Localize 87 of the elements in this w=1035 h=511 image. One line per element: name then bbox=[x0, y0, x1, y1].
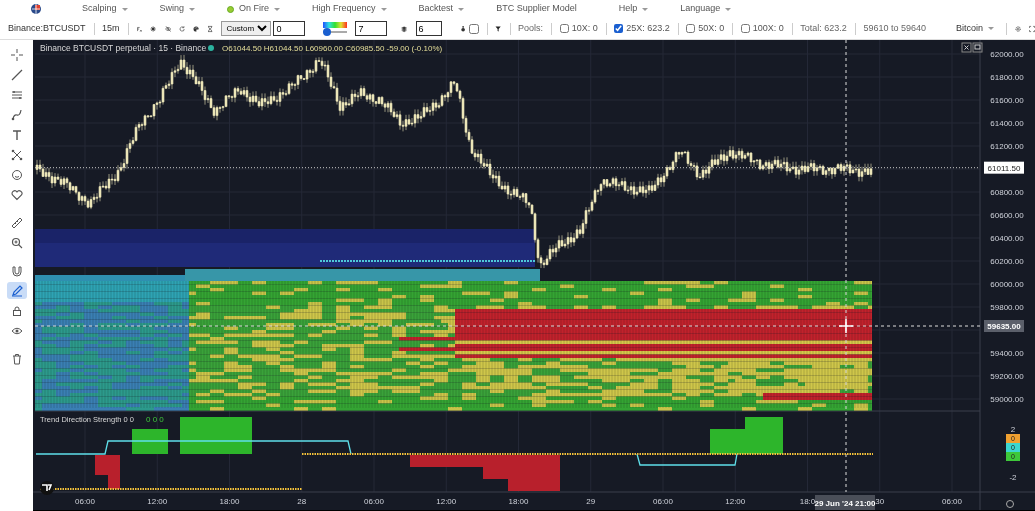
magnet-icon[interactable] bbox=[10, 264, 23, 277]
price-label: 59000.00 bbox=[990, 395, 1024, 404]
time-label: 18:00 bbox=[219, 497, 240, 506]
logo-icon[interactable] bbox=[30, 3, 42, 15]
time-label: 06:00 bbox=[942, 497, 962, 506]
histogram-bar bbox=[180, 417, 252, 454]
price-label: 59200.00 bbox=[990, 372, 1024, 381]
time-label: 06:00 bbox=[75, 497, 95, 506]
pool-checkbox[interactable] bbox=[740, 24, 750, 33]
pool-checkbox[interactable] bbox=[686, 24, 696, 33]
trash-icon[interactable] bbox=[10, 352, 23, 365]
tv-logo-icon bbox=[40, 481, 54, 495]
last-price-tag: 61011.50 bbox=[984, 161, 1024, 174]
price-label: 59400.00 bbox=[990, 349, 1024, 358]
pool-checkbox[interactable] bbox=[614, 24, 624, 33]
total-label: Total: 623.2 bbox=[800, 21, 847, 35]
time-label: 30 bbox=[875, 497, 885, 506]
menu-item[interactable]: Help bbox=[598, 2, 661, 16]
price-label: 61200.00 bbox=[990, 142, 1024, 151]
asset-dropdown[interactable]: Bitcoin bbox=[951, 21, 998, 36]
menu-item[interactable]: On Fire bbox=[207, 2, 293, 16]
status-dot-icon bbox=[208, 45, 214, 51]
checkbox[interactable] bbox=[468, 23, 479, 34]
mode-select[interactable]: Custom bbox=[221, 21, 272, 36]
time-label: 06:00 bbox=[653, 497, 673, 506]
slider-thumb[interactable] bbox=[323, 27, 332, 36]
menu-item[interactable]: Language bbox=[660, 2, 744, 16]
settings-icon[interactable] bbox=[1006, 500, 1014, 508]
ruler-icon[interactable] bbox=[10, 216, 23, 229]
time-label: 12:00 bbox=[725, 497, 746, 506]
heart-icon[interactable] bbox=[10, 188, 23, 201]
pools-label: Pools: bbox=[518, 21, 544, 35]
zoom-icon[interactable] bbox=[10, 236, 23, 249]
time-label: 18:00 bbox=[508, 497, 529, 506]
trend-line-icon[interactable] bbox=[10, 68, 23, 81]
price-label: 61400.00 bbox=[990, 119, 1024, 128]
price-label: 60400.00 bbox=[990, 234, 1024, 243]
menu-item[interactable]: BTC Supplier Model bbox=[476, 2, 599, 16]
ohlc-values: O61044.50 H61044.50 L60960.00 C60985.50 -59.00 (-0.10%) bbox=[222, 44, 443, 53]
time-label: 28 bbox=[297, 497, 307, 506]
menu-item[interactable]: Scalping bbox=[62, 2, 140, 16]
indicator-values: 0 0 0 bbox=[146, 415, 164, 424]
price-label: 60200.00 bbox=[990, 257, 1024, 266]
pool-checkbox[interactable] bbox=[559, 24, 569, 33]
indicator-scale-label: -2 bbox=[1009, 473, 1017, 482]
pool-label: 50X: 0 bbox=[698, 21, 725, 35]
range-input[interactable]: 0 bbox=[273, 21, 306, 36]
price-label: 60800.00 bbox=[990, 188, 1024, 197]
pool-label: 100X: 0 bbox=[752, 21, 784, 35]
menu-item[interactable]: Swing bbox=[139, 2, 208, 16]
drawing-tool-button[interactable] bbox=[6, 282, 27, 299]
menu-item[interactable]: Backtest bbox=[398, 2, 477, 16]
price-range-label: 59610 to 59640 bbox=[863, 21, 926, 35]
crosshair-time-tag: 29 Jun '24 21:00 bbox=[814, 495, 876, 510]
indicator-scale-label: 2 bbox=[1010, 425, 1016, 434]
time-label: 06:00 bbox=[364, 497, 384, 506]
pool-label: 10X: 0 bbox=[571, 21, 598, 35]
time-label: 12:00 bbox=[147, 497, 168, 506]
time-label: 12:00 bbox=[436, 497, 457, 506]
maximize-icon[interactable] bbox=[972, 42, 983, 53]
pool-label: 25X: 623.2 bbox=[626, 21, 670, 35]
price-label: 59800.00 bbox=[990, 303, 1024, 312]
layers-input[interactable]: 6 bbox=[415, 21, 442, 36]
symbol-label[interactable]: Binance:BTCUSDT bbox=[8, 21, 86, 36]
close-icon[interactable] bbox=[961, 42, 972, 53]
multi-line-icon[interactable] bbox=[10, 88, 23, 101]
menu-item[interactable]: High Frequency bbox=[292, 2, 399, 16]
price-label: 61800.00 bbox=[990, 73, 1024, 82]
text-tool-icon[interactable] bbox=[10, 128, 23, 141]
smiley-icon[interactable] bbox=[10, 168, 23, 181]
chart-title: Binance BTCUSDT perpetual · 15 · Binance bbox=[40, 43, 207, 53]
price-label: 60000.00 bbox=[990, 280, 1024, 289]
histogram-bar bbox=[132, 429, 168, 454]
price-label: 62000.00 bbox=[990, 50, 1024, 59]
brush-icon[interactable] bbox=[10, 108, 23, 121]
crosshair-cursor-icon bbox=[838, 318, 854, 334]
pattern-icon[interactable] bbox=[10, 148, 23, 161]
interval-label[interactable]: 15m bbox=[102, 21, 120, 36]
crosshair-price-tag: 59635.00 bbox=[984, 320, 1024, 332]
gradient-input[interactable]: 7 bbox=[355, 21, 388, 36]
pencil-icon[interactable] bbox=[10, 284, 23, 297]
status-dot-icon bbox=[227, 5, 235, 13]
price-label: 61600.00 bbox=[990, 96, 1024, 105]
lock-icon[interactable] bbox=[10, 304, 23, 317]
color-gradient-bar bbox=[323, 21, 348, 28]
price-label: 60600.00 bbox=[990, 211, 1024, 220]
time-label: 29 bbox=[586, 497, 596, 506]
